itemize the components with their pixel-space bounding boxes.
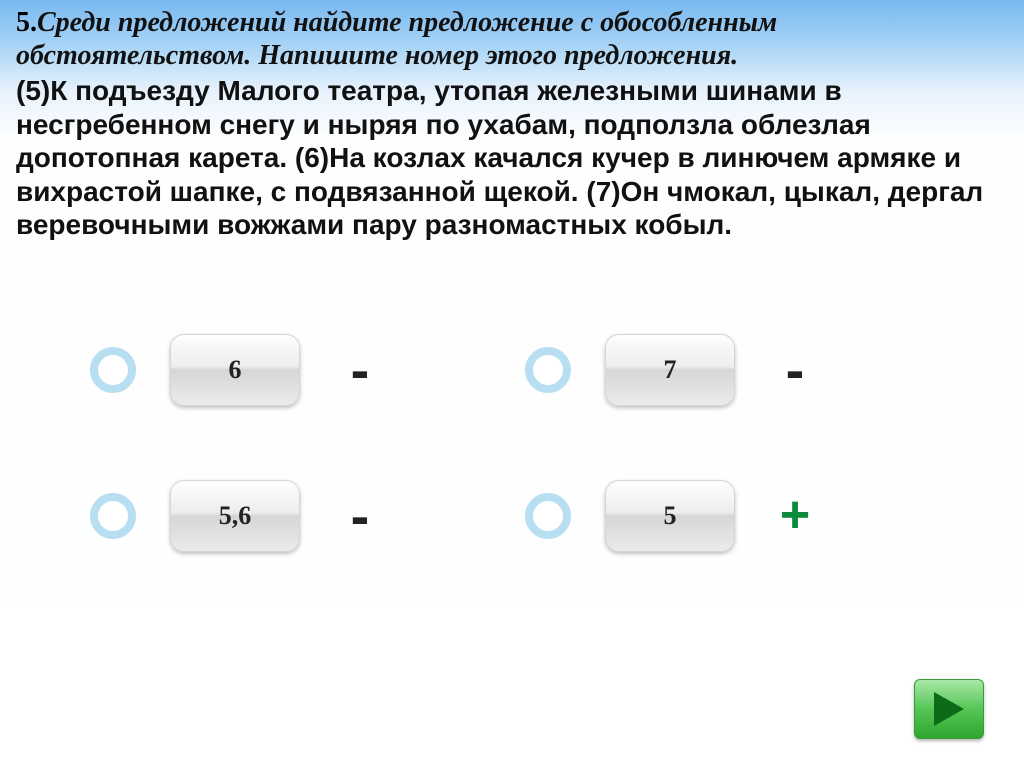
question-prompt: 5.Среди предложений найдите предложение … [16,6,1008,72]
mark-icon: + [775,500,815,531]
option-3: 5,6 - [90,480,380,552]
mark-icon: - [775,353,815,387]
answer-label: 6 [229,355,242,385]
option-1: 6 - [90,334,380,406]
answer-button-2[interactable]: 7 [605,334,735,406]
option-4: 5 + [525,480,815,552]
radio-indicator[interactable] [525,493,571,539]
answer-label: 5,6 [219,501,252,531]
question-number: 5. [16,7,37,38]
radio-indicator[interactable] [90,493,136,539]
radio-indicator[interactable] [90,347,136,393]
mark-icon: - [340,353,380,387]
answer-button-4[interactable]: 5 [605,480,735,552]
mark-icon: - [340,499,380,533]
answer-label: 5 [664,501,677,531]
passage-text: (5)К подъезду Малого театра, утопая желе… [16,74,1008,242]
answer-button-3[interactable]: 5,6 [170,480,300,552]
answer-button-1[interactable]: 6 [170,334,300,406]
option-2: 7 - [525,334,815,406]
question-text: Среди предложений найдите предложение с … [16,7,777,71]
radio-indicator[interactable] [525,347,571,393]
triangle-right-icon [932,690,966,728]
answer-label: 7 [664,355,677,385]
next-button[interactable] [914,679,984,739]
